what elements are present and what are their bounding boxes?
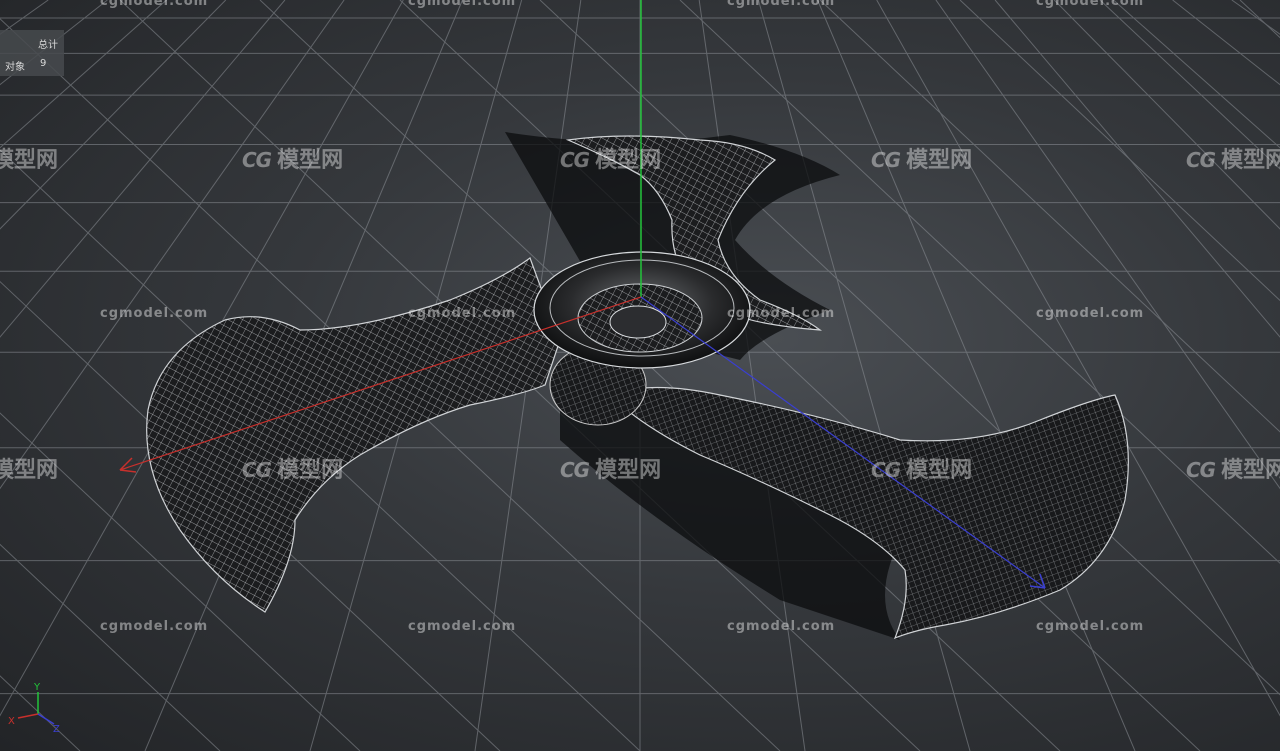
watermark-logo: CG 模型网 [1186,142,1280,174]
grid-line [1239,0,1280,39]
watermark-logo-mark: CG [871,458,901,482]
grid-line [0,0,49,35]
grid-line [757,0,971,751]
watermark-logo-text: 模型网 [0,148,59,173]
watermark-logo: CG 模型网 [242,452,343,484]
gizmo-x-line [17,713,39,719]
watermark-logo-mark: CG [242,148,272,172]
watermark-logo-mark: CG [560,148,590,172]
watermark-logo-mark: CG [560,458,590,482]
grid-line [0,0,167,149]
watermark-logo: 模型网 [0,452,58,484]
grid-line [1231,0,1280,35]
watermark-logo-text: 模型网 [595,148,662,173]
watermark-logo-text: 模型网 [1221,458,1280,483]
spinner-hub-cap [609,305,667,339]
gizmo-y-label: Y [33,682,41,693]
grid-line [1099,0,1280,170]
stats-objects-value: 9 [40,58,47,69]
grid-line [1172,0,1280,86]
gizmo-x-label: X [8,716,15,727]
watermark-logo-text: 模型网 [277,458,344,483]
grid-line [539,0,1280,696]
grid-line [819,0,1280,433]
grid-line [959,0,1280,302]
watermark-logo-text: 模型网 [0,458,59,483]
watermark-url: cgmodel.com [100,0,209,9]
watermark-logo: 模型网 [0,142,58,174]
gizmo-z-line [37,713,55,725]
watermark-logo: CG 模型网 [871,452,972,484]
watermark-url: cgmodel.com [727,306,836,321]
stats-header: 总计 [38,40,58,51]
watermark-logo-mark: CG [871,148,901,172]
watermark-logo-text: 模型网 [277,148,344,173]
grid-line [1113,0,1280,149]
watermark-url: cgmodel.com [100,306,209,321]
grid-line [0,0,108,86]
watermark-url: cgmodel.com [727,0,836,9]
watermark-logo-mark: CG [1186,148,1216,172]
watermark-logo: CG 模型网 [560,142,661,174]
grid-line [679,0,1280,564]
watermark-logo-text: 模型网 [906,458,973,483]
watermark-url: cgmodel.com [408,0,517,9]
watermark-logo-mark: CG [242,458,272,482]
orientation-gizmo[interactable]: Y X Z [4,680,68,740]
gizmo-z-label: Z [53,724,60,735]
watermark-logo-text: 模型网 [906,148,973,173]
scene-statistics-panel: 总计 对象 9 [0,30,64,76]
watermark-logo-text: 模型网 [1221,148,1280,173]
watermark-url: cgmodel.com [727,619,836,634]
grid-line [817,0,1136,751]
watermark-url: cgmodel.com [408,306,517,321]
grid-line [994,0,1280,338]
watermark-url: cgmodel.com [408,619,517,634]
watermark-logo: CG 模型网 [242,142,343,174]
watermark-url: cgmodel.com [1036,306,1145,321]
watermark-url: cgmodel.com [1036,619,1145,634]
viewport-scene[interactable] [0,0,1280,751]
watermark-logo: CG 模型网 [560,452,661,484]
watermark-logo-text: 模型网 [595,458,662,483]
watermark-url: cgmodel.com [1036,0,1145,9]
watermark-logo: CG 模型网 [1186,452,1280,484]
grid-line [935,0,1280,490]
watermark-logo: CG 模型网 [871,142,972,174]
watermark-url: cgmodel.com [100,619,209,634]
3d-viewport[interactable]: 总计 对象 9 cgmodel.com cgmodel.com cgmodel.… [0,0,1280,751]
stats-objects-label: 对象 [5,62,25,73]
watermark-logo-mark: CG [1186,458,1216,482]
grid-line [698,0,806,751]
